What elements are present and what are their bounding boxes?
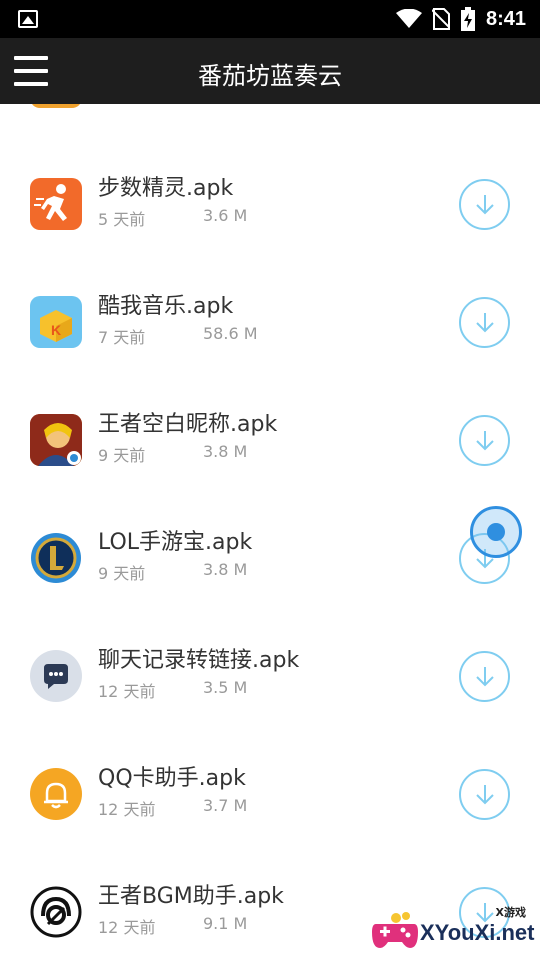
file-age: 7 天前 bbox=[98, 328, 146, 347]
gamepad-logo-icon bbox=[372, 912, 418, 948]
gallery-icon bbox=[18, 10, 38, 28]
watermark-small-text: X游戏 bbox=[495, 906, 526, 919]
file-meta: 7 天前 58.6 M bbox=[98, 324, 258, 348]
file-name: LOL手游宝.apk bbox=[98, 530, 253, 555]
file-age: 12 天前 bbox=[98, 682, 156, 701]
file-name: 王者空白昵称.apk bbox=[98, 412, 278, 437]
file-meta: 9 天前 3.8 M bbox=[98, 560, 247, 584]
download-arrow-icon bbox=[476, 667, 494, 687]
status-bar: 8:41 bbox=[0, 0, 540, 38]
list-item[interactable]: 步数精灵.apk 5 天前 3.6 M bbox=[0, 160, 540, 278]
file-age: 9 天前 bbox=[98, 564, 146, 583]
no-sim-icon bbox=[431, 8, 450, 30]
list-item[interactable]: QQ卡助手.apk 12 天前 3.7 M bbox=[0, 750, 540, 868]
wifi-icon bbox=[395, 9, 422, 28]
file-meta: 12 天前 3.7 M bbox=[98, 796, 247, 820]
lol-helper-icon bbox=[30, 532, 82, 584]
download-button[interactable] bbox=[459, 415, 510, 466]
file-size: 58.6 M bbox=[203, 324, 258, 343]
watermark: X游戏 XYouXi.net bbox=[370, 904, 540, 960]
download-button[interactable] bbox=[459, 651, 510, 702]
file-name: 聊天记录转链接.apk bbox=[98, 648, 300, 673]
list-item[interactable]: 聊天记录转链接.apk 12 天前 3.5 M bbox=[0, 632, 540, 750]
file-size: 3.7 M bbox=[203, 796, 248, 815]
file-size: 3.5 M bbox=[203, 678, 248, 697]
file-size: 3.8 M bbox=[203, 442, 248, 461]
status-time: 8:41 bbox=[485, 7, 526, 30]
watermark-text: XYouXi.net bbox=[420, 920, 535, 945]
file-name: QQ卡助手.apk bbox=[98, 766, 246, 791]
file-age: 5 天前 bbox=[98, 210, 146, 229]
list-item[interactable]: 王者空白昵称.apk 9 天前 3.8 M bbox=[0, 396, 540, 514]
file-age: 12 天前 bbox=[98, 918, 156, 937]
status-bar-right: 8:41 bbox=[395, 6, 526, 32]
honor-of-kings-icon bbox=[30, 414, 82, 466]
file-meta: 12 天前 3.5 M bbox=[98, 678, 247, 702]
file-size: 3.6 M bbox=[203, 206, 248, 225]
file-name: 步数精灵.apk bbox=[98, 176, 234, 201]
file-age: 12 天前 bbox=[98, 800, 156, 819]
chat-bubble-icon bbox=[30, 650, 82, 702]
list-item[interactable]: LOL手游宝.apk 9 天前 3.8 M bbox=[0, 514, 540, 632]
file-meta: 12 天前 9.1 M bbox=[98, 914, 247, 938]
battery-charging-icon bbox=[460, 7, 475, 31]
headphone-disc-icon bbox=[30, 886, 82, 938]
download-button[interactable] bbox=[459, 297, 510, 348]
file-meta: 5 天前 3.6 M bbox=[98, 206, 247, 230]
app-toolbar: 番茄坊蓝奏云 bbox=[0, 38, 540, 104]
download-arrow-icon bbox=[476, 431, 494, 451]
file-meta: 9 天前 3.8 M bbox=[98, 442, 247, 466]
download-arrow-icon bbox=[476, 195, 494, 215]
file-name: 王者BGM助手.apk bbox=[98, 884, 284, 909]
download-button[interactable] bbox=[459, 179, 510, 230]
kuwo-music-icon: K bbox=[30, 296, 82, 348]
running-man-icon bbox=[30, 178, 82, 230]
bell-icon bbox=[30, 768, 82, 820]
file-size: 3.8 M bbox=[203, 560, 248, 579]
file-age: 9 天前 bbox=[98, 446, 146, 465]
download-arrow-icon bbox=[476, 313, 494, 333]
partial-app-icon bbox=[30, 104, 82, 108]
toolbar-title: 番茄坊蓝奏云 bbox=[198, 62, 342, 90]
svg-text:K: K bbox=[51, 322, 61, 338]
file-size: 9.1 M bbox=[203, 914, 248, 933]
download-button[interactable] bbox=[459, 769, 510, 820]
file-name: 酷我音乐.apk bbox=[98, 294, 234, 319]
download-arrow-icon bbox=[476, 785, 494, 805]
floating-assistive-button[interactable] bbox=[470, 506, 522, 558]
file-list[interactable]: 步数精灵.apk 5 天前 3.6 M K 酷我音乐.apk 7 天前 58.6 M… bbox=[0, 104, 540, 960]
list-item[interactable]: K 酷我音乐.apk 7 天前 58.6 M bbox=[0, 278, 540, 396]
